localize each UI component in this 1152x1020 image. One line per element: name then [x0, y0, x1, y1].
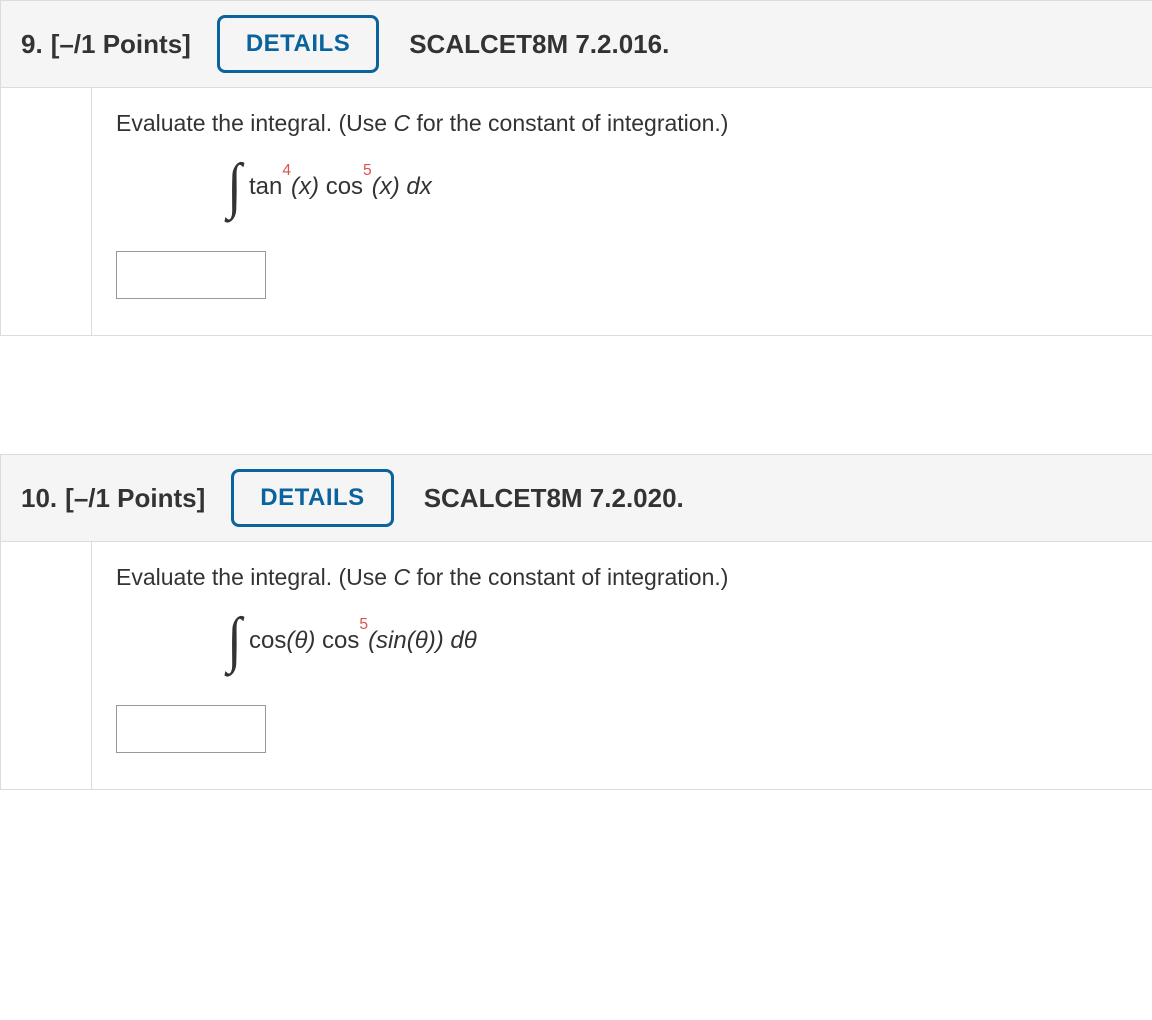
question-header: 9. [–/1 Points] DETAILS SCALCET8M 7.2.01… [1, 1, 1152, 88]
question-10: 10. [–/1 Points] DETAILS SCALCET8M 7.2.0… [0, 454, 1152, 790]
question-prompt: Evaluate the integral. (Use C for the co… [116, 564, 1128, 591]
details-button[interactable]: DETAILS [217, 15, 379, 73]
question-content: Evaluate the integral. (Use C for the co… [91, 88, 1152, 335]
integral-expression: ∫ tan4(x) cos5(x) dx [226, 155, 1128, 217]
prompt-pre: Evaluate the integral. (Use [116, 110, 393, 136]
answer-input[interactable] [116, 705, 266, 753]
integral-expression: ∫ cos(θ) cos5(sin(θ)) dθ [226, 609, 1128, 671]
question-points: [–/1 Points] [51, 29, 191, 60]
question-content: Evaluate the integral. (Use C for the co… [91, 542, 1152, 789]
question-code: SCALCET8M 7.2.020. [424, 483, 684, 514]
prompt-post: for the constant of integration.) [410, 110, 728, 136]
prompt-pre: Evaluate the integral. (Use [116, 564, 393, 590]
question-header: 10. [–/1 Points] DETAILS SCALCET8M 7.2.0… [1, 455, 1152, 542]
answer-input[interactable] [116, 251, 266, 299]
question-number: 9. [21, 29, 43, 60]
integrand: tan4(x) cos5(x) dx [249, 172, 432, 201]
question-number: 10. [21, 483, 57, 514]
integrand: cos(θ) cos5(sin(θ)) dθ [249, 626, 477, 655]
question-points: [–/1 Points] [65, 483, 205, 514]
prompt-post: for the constant of integration.) [410, 564, 728, 590]
integral-icon: ∫ [227, 155, 241, 217]
prompt-var: C [393, 564, 410, 590]
integral-icon: ∫ [227, 609, 241, 671]
question-code: SCALCET8M 7.2.016. [409, 29, 669, 60]
prompt-var: C [393, 110, 410, 136]
question-9: 9. [–/1 Points] DETAILS SCALCET8M 7.2.01… [0, 0, 1152, 336]
details-button[interactable]: DETAILS [231, 469, 393, 527]
spacer [0, 336, 1152, 454]
question-prompt: Evaluate the integral. (Use C for the co… [116, 110, 1128, 137]
